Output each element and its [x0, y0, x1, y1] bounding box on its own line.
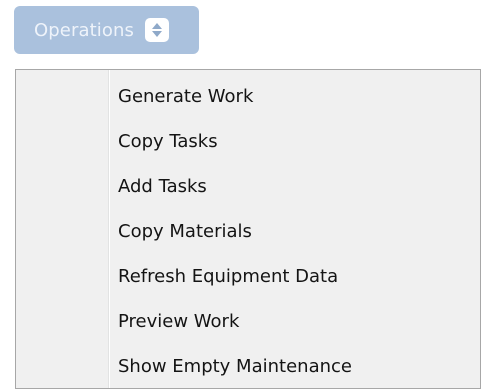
menu-item-add-tasks[interactable]: Add Tasks: [16, 164, 480, 209]
menu-item-list: Generate Work Copy Tasks Add Tasks Copy …: [16, 74, 480, 389]
operations-menu: Generate Work Copy Tasks Add Tasks Copy …: [15, 69, 481, 389]
menu-item-copy-tasks[interactable]: Copy Tasks: [16, 119, 480, 164]
up-down-arrows-icon: [144, 18, 169, 42]
menu-item-copy-materials[interactable]: Copy Materials: [16, 209, 480, 254]
menu-item-generate-work[interactable]: Generate Work: [16, 74, 480, 119]
menu-item-refresh-equipment-data[interactable]: Refresh Equipment Data: [16, 254, 480, 299]
menu-item-preview-work[interactable]: Preview Work: [16, 299, 480, 344]
operations-dropdown-button[interactable]: Operations: [14, 6, 199, 54]
menu-item-show-empty-maintenance[interactable]: Show Empty Maintenance: [16, 344, 480, 389]
operations-button-label: Operations: [34, 19, 134, 41]
